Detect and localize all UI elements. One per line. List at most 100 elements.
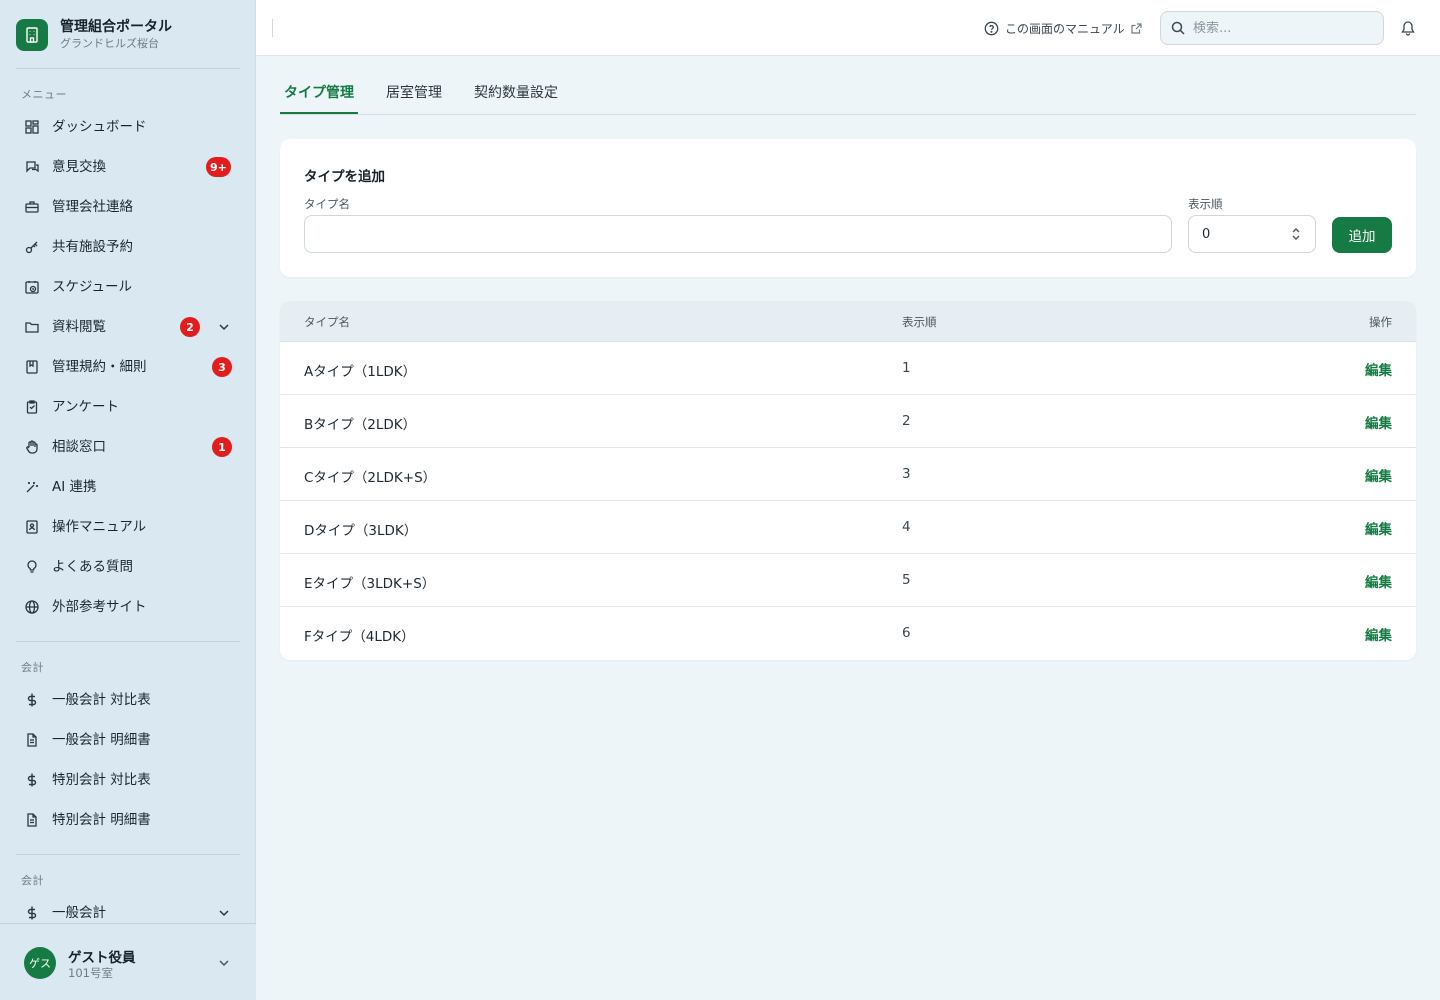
sidebar-item-label: よくある質問	[52, 559, 133, 575]
help-circle-icon	[984, 21, 999, 35]
sidebar-item-label: 一般会計	[52, 905, 106, 921]
number-stepper-icon[interactable]	[1291, 225, 1301, 243]
type-table: タイプ名 表示順 操作 Aタイプ（1LDK） 1 編集 Bタイプ（2LDK） 2…	[280, 301, 1416, 660]
type-name-cell: Bタイプ（2LDK）	[304, 417, 417, 433]
column-header-action: 操作	[1369, 315, 1392, 329]
table-row: Aタイプ（1LDK） 1 編集	[280, 342, 1416, 395]
sidebar-item-facility-booking[interactable]: 共有施設予約	[16, 229, 240, 265]
dollar-icon	[24, 692, 40, 708]
divider	[16, 641, 240, 642]
notification-badge: 9+	[206, 157, 231, 177]
type-name-cell: Aタイプ（1LDK）	[304, 364, 417, 380]
display-order-input[interactable]: 0	[1188, 215, 1316, 253]
clipboard-icon	[24, 399, 40, 415]
chevron-down-icon[interactable]	[217, 320, 231, 334]
tab-contract-quantity[interactable]: 契約数量設定	[474, 82, 558, 102]
chat-icon	[24, 159, 40, 175]
manual-book-icon	[24, 519, 40, 535]
document-icon	[24, 732, 40, 748]
chevron-down-icon[interactable]	[217, 906, 231, 920]
sidebar-item-schedule[interactable]: スケジュール	[16, 269, 240, 305]
edit-link[interactable]: 編集	[1365, 465, 1392, 485]
sidebar-item-label: AI 連携	[52, 479, 97, 495]
type-name-cell: Cタイプ（2LDK+S）	[304, 470, 437, 486]
edit-link[interactable]: 編集	[1365, 359, 1392, 379]
screen-manual-label: この画面のマニュアル	[1005, 21, 1125, 36]
sidebar-item-survey[interactable]: アンケート	[16, 389, 240, 425]
sidebar-item-label: スケジュール	[52, 279, 133, 295]
type-name-cell: Dタイプ（3LDK）	[304, 523, 418, 539]
document-icon	[24, 812, 40, 828]
table-header: タイプ名 表示順 操作	[280, 301, 1416, 342]
sidebar-item-label: 操作マニュアル	[52, 519, 147, 535]
screen-manual-link[interactable]: この画面のマニュアル	[984, 19, 1142, 37]
sidebar-item-external-sites[interactable]: 外部参考サイト	[16, 589, 240, 625]
column-header-display-order: 表示順	[902, 315, 937, 329]
sidebar-item-label: 意見交換	[52, 159, 106, 175]
sidebar-item-bylaws[interactable]: 管理規約・細則 3	[16, 349, 240, 385]
type-name-label: タイプ名	[304, 197, 350, 211]
table-row: Fタイプ（4LDK） 6 編集	[280, 607, 1416, 660]
tab-type-management[interactable]: タイプ管理	[284, 82, 354, 102]
tab-room-management[interactable]: 居室管理	[386, 82, 442, 102]
type-name-cell: Fタイプ（4LDK）	[304, 629, 415, 645]
sidebar-item-label: 管理会社連絡	[52, 199, 133, 215]
sidebar-item-operation-manual[interactable]: 操作マニュアル	[16, 509, 240, 545]
accounting-section-label-2: 会計	[21, 874, 44, 887]
sidebar-item-special-statement[interactable]: 特別会計 明細書	[16, 802, 240, 838]
briefcase-icon	[24, 199, 40, 215]
user-name: ゲスト役員	[68, 950, 136, 966]
sidebar-item-documents[interactable]: 資料閲覧 2	[16, 309, 240, 345]
bell-icon[interactable]	[1400, 20, 1416, 36]
type-name-cell: Eタイプ（3LDK+S）	[304, 576, 436, 592]
search-box[interactable]	[1160, 11, 1384, 45]
header-divider	[272, 19, 273, 37]
user-menu[interactable]: ゲス ゲスト役員 101号室	[0, 923, 256, 1000]
display-order-cell: 1	[902, 360, 911, 376]
sidebar-item-management-company[interactable]: 管理会社連絡	[16, 189, 240, 225]
edit-link[interactable]: 編集	[1365, 412, 1392, 432]
sidebar-item-general-statement[interactable]: 一般会計 明細書	[16, 722, 240, 758]
divider	[16, 854, 240, 855]
sparkle-wand-icon	[24, 479, 40, 495]
notification-badge: 2	[180, 317, 200, 337]
display-order-cell: 4	[902, 519, 911, 535]
calendar-clock-icon	[24, 279, 40, 295]
display-order-cell: 6	[902, 625, 911, 641]
notification-badge: 3	[212, 357, 232, 377]
add-type-card: タイプを追加 タイプ名 表示順 0 追加	[280, 139, 1416, 277]
lightbulb-icon	[24, 559, 40, 575]
search-input[interactable]	[1193, 20, 1373, 36]
chevron-down-icon[interactable]	[217, 956, 231, 970]
type-name-input[interactable]	[304, 215, 1172, 253]
sidebar-item-label: 相談窓口	[52, 439, 106, 455]
external-link-icon	[1131, 22, 1142, 34]
folder-icon	[24, 319, 40, 335]
dashboard-icon	[24, 119, 40, 135]
sidebar-item-label: 管理規約・細則	[52, 359, 147, 375]
sidebar-item-faq[interactable]: よくある質問	[16, 549, 240, 585]
avatar: ゲス	[24, 947, 56, 979]
add-button[interactable]: 追加	[1332, 217, 1392, 253]
brand-subtitle: グランドヒルズ桜台	[60, 37, 159, 50]
user-room: 101号室	[68, 966, 113, 980]
sidebar-item-general-comparison[interactable]: 一般会計 対比表	[16, 682, 240, 718]
table-row: Dタイプ（3LDK） 4 編集	[280, 501, 1416, 554]
display-order-cell: 5	[902, 572, 911, 588]
top-header: この画面のマニュアル	[256, 0, 1440, 56]
add-type-title: タイプを追加	[304, 169, 385, 185]
dollar-icon	[24, 905, 40, 921]
sidebar-item-dashboard[interactable]: ダッシュボード	[16, 109, 240, 145]
edit-link[interactable]: 編集	[1365, 518, 1392, 538]
sidebar-item-opinion-exchange[interactable]: 意見交換 9+	[16, 149, 240, 185]
divider	[16, 68, 240, 69]
sidebar-item-label: 外部参考サイト	[52, 599, 147, 615]
edit-link[interactable]: 編集	[1365, 571, 1392, 591]
brand[interactable]: 管理組合ポータル グランドヒルズ桜台	[16, 17, 172, 53]
sidebar-item-label: 一般会計 明細書	[52, 732, 151, 748]
sidebar-item-special-comparison[interactable]: 特別会計 対比表	[16, 762, 240, 798]
display-order-label: 表示順	[1188, 197, 1223, 211]
sidebar-item-ai[interactable]: AI 連携	[16, 469, 240, 505]
edit-link[interactable]: 編集	[1365, 624, 1392, 644]
sidebar-item-consultation[interactable]: 相談窓口 1	[16, 429, 240, 465]
